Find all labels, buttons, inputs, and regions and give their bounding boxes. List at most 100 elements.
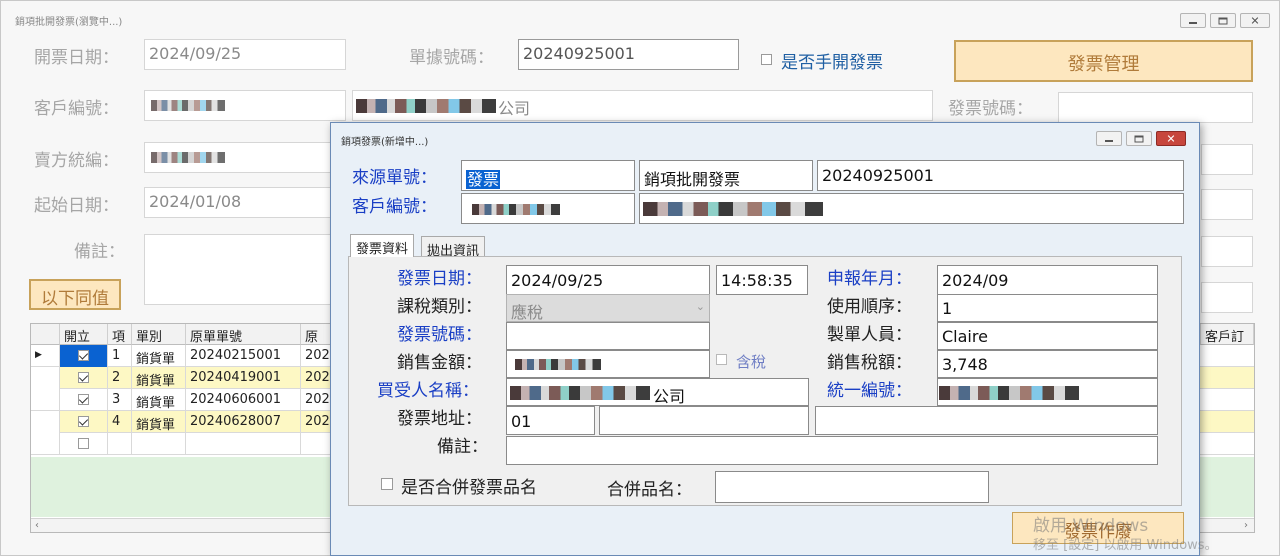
usage-order-label: 使用順序： (827, 297, 912, 317)
source-no-field[interactable]: 20240925001 (817, 160, 1184, 191)
order-no-cell (186, 433, 301, 455)
customer-no-field[interactable] (461, 193, 635, 224)
issue-checkbox[interactable] (78, 372, 89, 383)
note-label: 備註： (437, 437, 488, 457)
item-cell: 4 (108, 411, 132, 433)
report-month-field[interactable]: 2024/09 (937, 265, 1158, 295)
type-cell: 銷貨單 (132, 345, 186, 367)
issue-cell[interactable] (60, 411, 108, 433)
right-field-4[interactable] (1201, 189, 1253, 220)
invoice-time-field[interactable]: 14:58:35 (716, 265, 808, 295)
tax-included-label: 含稅 (736, 353, 767, 371)
column-header-order-no[interactable]: 原單單號 (186, 324, 301, 345)
type-cell: 銷貨單 (132, 389, 186, 411)
type-cell: 銷貨單 (132, 367, 186, 389)
seller-tax-id-field[interactable] (144, 142, 334, 173)
customer-no-field[interactable] (144, 90, 346, 121)
close-icon[interactable]: ✕ (1240, 13, 1270, 28)
column-header-type[interactable]: 單別 (132, 324, 186, 345)
tax-type-select[interactable]: 應稅 ⌄ (506, 294, 710, 322)
usage-order-field[interactable]: 1 (937, 294, 1158, 322)
redacted-seller-tax-id (151, 152, 225, 163)
address-detail-field[interactable] (815, 406, 1158, 435)
redacted-buyer-name (510, 386, 650, 400)
maximize-icon[interactable] (1210, 13, 1236, 28)
issue-cell[interactable] (60, 389, 108, 411)
dialog-title: 銷項發票(新增中...) (341, 137, 429, 148)
merge-names-checkbox[interactable] (381, 478, 393, 490)
maximize-icon[interactable] (1126, 131, 1152, 146)
doc-no-label: 單據號碼： (409, 48, 494, 68)
tab-invoice-data[interactable]: 發票資料 (350, 234, 415, 257)
order-no-cell: 20240419001 (186, 367, 301, 389)
issue-cell[interactable] (60, 433, 108, 455)
item-cell: 2 (108, 367, 132, 389)
customer-name-field[interactable] (639, 193, 1184, 224)
note-field[interactable] (506, 436, 1158, 465)
scroll-left-icon[interactable]: ‹ (35, 520, 39, 531)
close-icon[interactable]: ✕ (1156, 131, 1186, 146)
address-city-field[interactable] (599, 406, 809, 435)
tax-type-label: 課稅類別： (397, 297, 482, 317)
issue-cell[interactable] (60, 367, 108, 389)
creator-field[interactable]: Claire (937, 322, 1158, 350)
order-no-cell: 20240606001 (186, 389, 301, 411)
item-cell (108, 433, 132, 455)
customer-name-field[interactable]: 公司 (352, 90, 933, 121)
chevron-down-icon[interactable]: ⌄ (696, 300, 705, 313)
tax-included-checkbox[interactable] (716, 354, 727, 365)
doc-no-field[interactable]: 20240925001 (518, 39, 739, 70)
source-doc-field[interactable]: 銷項批開發票 (639, 160, 813, 191)
start-date-field[interactable]: 2024/01/08 (144, 187, 334, 218)
tab-export-info[interactable]: 拋出資訊 (421, 236, 486, 259)
minimize-icon[interactable] (1180, 13, 1206, 28)
right-field-5[interactable] (1201, 236, 1253, 267)
scroll-right-icon[interactable]: › (1244, 520, 1248, 531)
column-header-issue[interactable]: 開立 (60, 324, 108, 345)
customer-no-label: 客戶編號： (352, 197, 437, 217)
customer-name-suffix: 公司 (498, 99, 531, 118)
buyer-name-field[interactable]: 公司 (506, 378, 809, 406)
redacted-customer-name (356, 99, 496, 113)
item-cell: 1 (108, 345, 132, 367)
redacted-unified-no (939, 386, 1079, 400)
same-below-button[interactable]: 以下同值 (29, 279, 121, 310)
right-field-6[interactable] (1201, 282, 1253, 313)
issue-checkbox[interactable] (78, 416, 89, 427)
current-row-arrow-icon: ▶ (31, 345, 60, 367)
source-no-label: 來源單號： (352, 168, 437, 188)
issue-checkbox[interactable] (78, 350, 89, 361)
invoice-management-button[interactable]: 發票管理 (954, 40, 1253, 82)
merged-name-field[interactable] (715, 471, 989, 503)
row-header (31, 433, 60, 455)
windows-activation-watermark-title: 啟用 Windows (1033, 516, 1149, 536)
unified-no-label: 統一編號： (827, 381, 912, 401)
invoice-address-label: 發票地址： (397, 409, 482, 429)
sales-tax-field[interactable]: 3,748 (937, 350, 1158, 378)
column-header-item[interactable]: 項 (108, 324, 132, 345)
item-cell: 3 (108, 389, 132, 411)
back-window-title: 銷項批開發票(瀏覽中...) (15, 17, 123, 28)
source-type-field[interactable]: 發票 (461, 160, 635, 191)
dialog-titlebar: 銷項發票(新增中...) ✕ (331, 123, 1199, 153)
invoice-no-field[interactable] (1058, 92, 1253, 123)
note-field[interactable] (144, 234, 334, 305)
sales-amount-field[interactable] (506, 350, 710, 378)
address-code-field[interactable]: 01 (506, 406, 595, 435)
unified-no-field[interactable] (937, 378, 1158, 406)
invoice-date-field[interactable]: 2024/09/25 (144, 39, 346, 70)
column-header-customer-order[interactable]: 客戶訂 (1201, 324, 1254, 345)
issue-cell[interactable] (60, 345, 108, 367)
note-label: 備註： (74, 242, 125, 262)
manual-invoice-checkbox[interactable] (761, 54, 772, 65)
invoice-date-label: 開票日期： (34, 48, 119, 68)
row-header (31, 411, 60, 433)
minimize-icon[interactable] (1096, 131, 1122, 146)
seller-tax-id-label: 賣方統編： (34, 151, 119, 171)
invoice-date-field[interactable]: 2024/09/25 (506, 265, 710, 295)
issue-checkbox[interactable] (78, 394, 89, 405)
invoice-no-field[interactable] (506, 322, 710, 350)
start-date-label: 起始日期： (34, 196, 119, 216)
right-field-3[interactable] (1201, 144, 1253, 175)
issue-checkbox[interactable] (78, 438, 89, 449)
